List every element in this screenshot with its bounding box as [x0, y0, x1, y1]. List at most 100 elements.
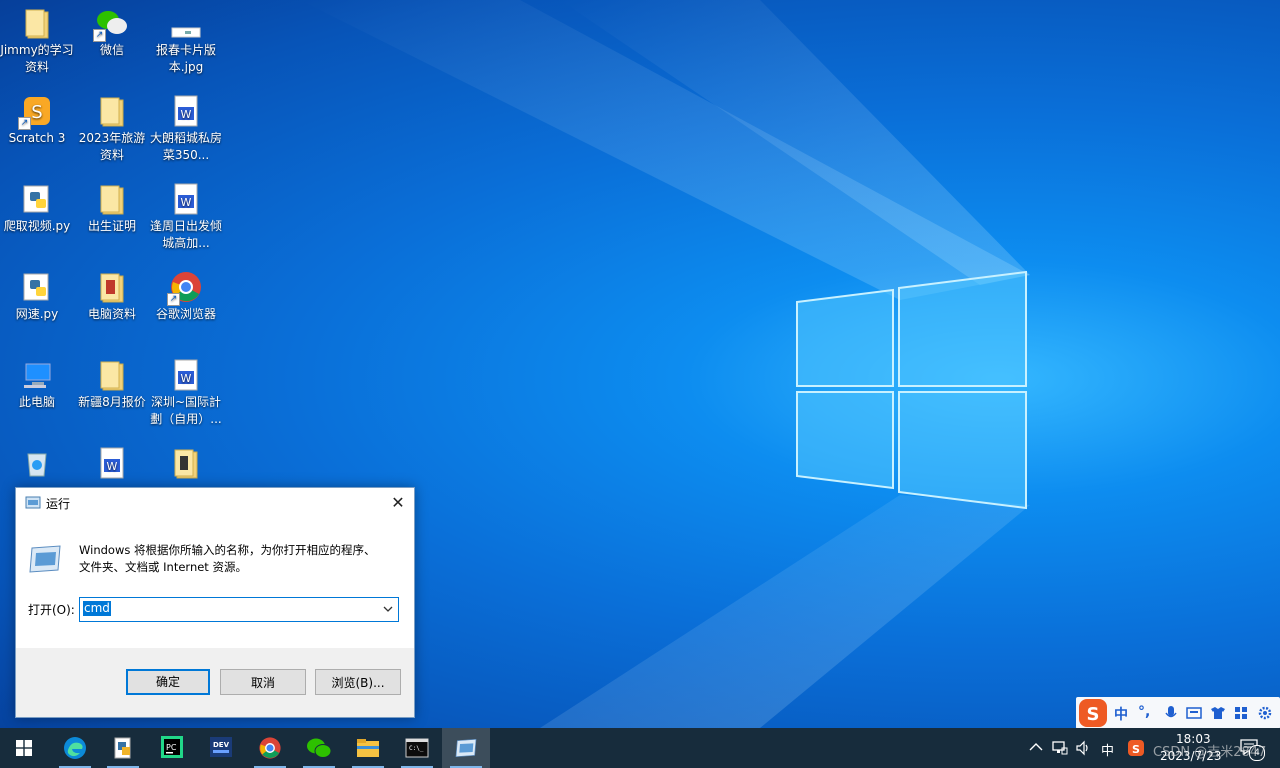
icon-label: 电脑资料 — [87, 307, 136, 321]
run-large-icon — [29, 545, 61, 573]
desktop-icon-recycle-bin[interactable] — [0, 442, 74, 482]
desktop-icon-xinjiang-folder[interactable]: 新疆8月报价 — [75, 354, 149, 411]
ok-button[interactable]: 确定 — [126, 669, 210, 695]
svg-text:S: S — [1087, 704, 1100, 725]
desktop-icon-pc-folder[interactable]: 电脑资料 — [75, 266, 149, 323]
taskbar-file-explorer[interactable] — [344, 728, 392, 768]
svg-text:PC: PC — [166, 743, 177, 752]
desktop-icon-doc-dalang[interactable]: W 大朗稻城私房菜350... — [149, 90, 223, 164]
svg-text:C:\_: C:\_ — [409, 745, 424, 752]
ime-punct-toggle[interactable]: °, — [1138, 704, 1150, 720]
browse-button[interactable]: 浏览(B)... — [315, 669, 401, 695]
dialog-footer: 确定 取消 浏览(B)... — [16, 648, 414, 717]
windows-logo-wallpaper — [796, 270, 1027, 510]
word-doc-icon: W — [169, 182, 203, 216]
desktop-icon-py-video[interactable]: 爬取视频.py — [0, 178, 74, 235]
ime-language-indicator[interactable]: 中 — [1101, 740, 1114, 759]
recycle-bin-icon — [20, 446, 54, 480]
folder-icon — [20, 6, 54, 40]
desktop-icon-jpg[interactable]: 报春卡片版本.jpg — [149, 2, 223, 76]
image-file-icon — [169, 6, 203, 40]
chevron-up-icon[interactable] — [1029, 742, 1043, 752]
folder-icon — [169, 446, 203, 480]
folder-icon — [95, 94, 129, 128]
sogou-tray-icon[interactable]: S — [1127, 739, 1145, 757]
dialog-body: Windows 将根据你所输入的名称，为你打开相应的程序、 文件夹、文档或 In… — [16, 518, 414, 648]
ime-toolbar[interactable]: S 中 °, — [1076, 697, 1280, 729]
icon-label: 微信 — [99, 43, 124, 57]
taskbar-file-manager[interactable] — [99, 728, 147, 768]
this-pc-icon — [20, 358, 54, 392]
taskbar-chrome[interactable] — [246, 728, 294, 768]
desktop-icon-scratch[interactable]: S ↗ Scratch 3 — [0, 90, 74, 147]
folder-icon — [95, 358, 129, 392]
desktop-icon-doc-shenzhen[interactable]: W 深圳~国际計劃（自用）... — [149, 354, 223, 428]
windows-start-icon — [16, 740, 32, 756]
word-doc-icon: W — [95, 446, 129, 480]
edge-icon — [64, 737, 86, 759]
chrome-icon: ↗ — [167, 270, 203, 306]
run-dialog: 运行 ✕ Windows 将根据你所输入的名称，为你打开相应的程序、 文件夹、文… — [15, 487, 415, 718]
desktop-icon-jimmy-folder[interactable]: Jimmy的学习资料 — [0, 2, 74, 76]
start-button[interactable] — [0, 728, 48, 768]
file-explorer-icon — [357, 739, 379, 757]
taskbar-wechat[interactable] — [295, 728, 343, 768]
shortcut-arrow-icon: ↗ — [167, 293, 180, 306]
microphone-icon[interactable] — [1164, 705, 1178, 721]
devcpp-icon: DEV — [210, 737, 232, 757]
desktop-icon-this-pc[interactable]: 此电脑 — [0, 354, 74, 411]
toolbox-grid-icon[interactable] — [1234, 706, 1248, 720]
close-icon: ✕ — [391, 493, 405, 512]
svg-text:W: W — [181, 196, 192, 209]
ime-mode-toggle[interactable]: 中 — [1114, 704, 1128, 724]
desktop-icon-py-speed[interactable]: 网速.py — [0, 266, 74, 323]
sogou-logo-icon[interactable]: S — [1078, 698, 1108, 728]
python-file-icon — [20, 270, 54, 304]
icon-label: 出生证明 — [87, 219, 136, 233]
icon-label: 大朗稻城私房菜350... — [149, 131, 222, 162]
open-input-value[interactable]: cmd — [83, 601, 111, 616]
cancel-button[interactable]: 取消 — [220, 669, 306, 695]
icon-label: Jimmy的学习资料 — [0, 43, 74, 74]
icon-label: Scratch 3 — [8, 131, 66, 145]
icon-label: 谷歌浏览器 — [155, 307, 216, 321]
desktop-icon-doc-partial[interactable]: W — [75, 442, 149, 482]
watermark: CSDN @吉米2847 — [1153, 745, 1267, 760]
desktop-icon-doc-sunday[interactable]: W 逢周日出发倾城高加... — [149, 178, 223, 252]
run-icon — [25, 496, 41, 509]
icon-label: 报春卡片版本.jpg — [155, 43, 216, 74]
taskbar-edge[interactable] — [51, 728, 99, 768]
wechat-icon: ↗ — [93, 6, 129, 42]
wechat-icon — [307, 738, 332, 758]
desktop-icon-travel-folder[interactable]: 2023年旅游资料 — [75, 90, 149, 164]
chevron-down-icon[interactable] — [382, 603, 394, 615]
open-label: 打开(O): — [28, 603, 75, 617]
open-combobox[interactable]: cmd — [79, 597, 399, 622]
taskbar-devcpp[interactable]: DEV — [197, 728, 245, 768]
desktop-icon-birth-folder[interactable]: 出生证明 — [75, 178, 149, 235]
network-icon[interactable] — [1052, 740, 1068, 756]
file-manager-icon — [114, 737, 131, 759]
volume-icon[interactable] — [1075, 740, 1091, 756]
desktop-icon-chrome[interactable]: ↗ 谷歌浏览器 — [149, 266, 223, 323]
folder-icon — [95, 270, 129, 304]
chrome-icon — [259, 737, 281, 759]
svg-text:W: W — [181, 372, 192, 385]
taskbar-run-dialog[interactable] — [442, 728, 490, 768]
keyboard-icon[interactable] — [1186, 707, 1202, 719]
dialog-titlebar[interactable]: 运行 ✕ — [16, 488, 414, 518]
icon-label: 2023年旅游资料 — [78, 131, 146, 162]
desktop-icon-wechat[interactable]: ↗ 微信 — [75, 2, 149, 59]
settings-gear-icon[interactable] — [1258, 706, 1272, 720]
close-button[interactable]: ✕ — [382, 488, 414, 518]
desktop-icon-folder-partial[interactable] — [149, 442, 223, 482]
icon-label: 此电脑 — [18, 395, 55, 409]
icon-label: 新疆8月报价 — [78, 395, 146, 409]
word-doc-icon: W — [169, 94, 203, 128]
python-file-icon — [20, 182, 54, 216]
skin-shirt-icon[interactable] — [1210, 706, 1226, 720]
icon-label: 深圳~国际計劃（自用）... — [150, 395, 222, 426]
taskbar-pycharm[interactable]: PC — [148, 728, 196, 768]
shortcut-arrow-icon: ↗ — [93, 29, 106, 42]
taskbar-terminal[interactable]: C:\_ — [393, 728, 441, 768]
